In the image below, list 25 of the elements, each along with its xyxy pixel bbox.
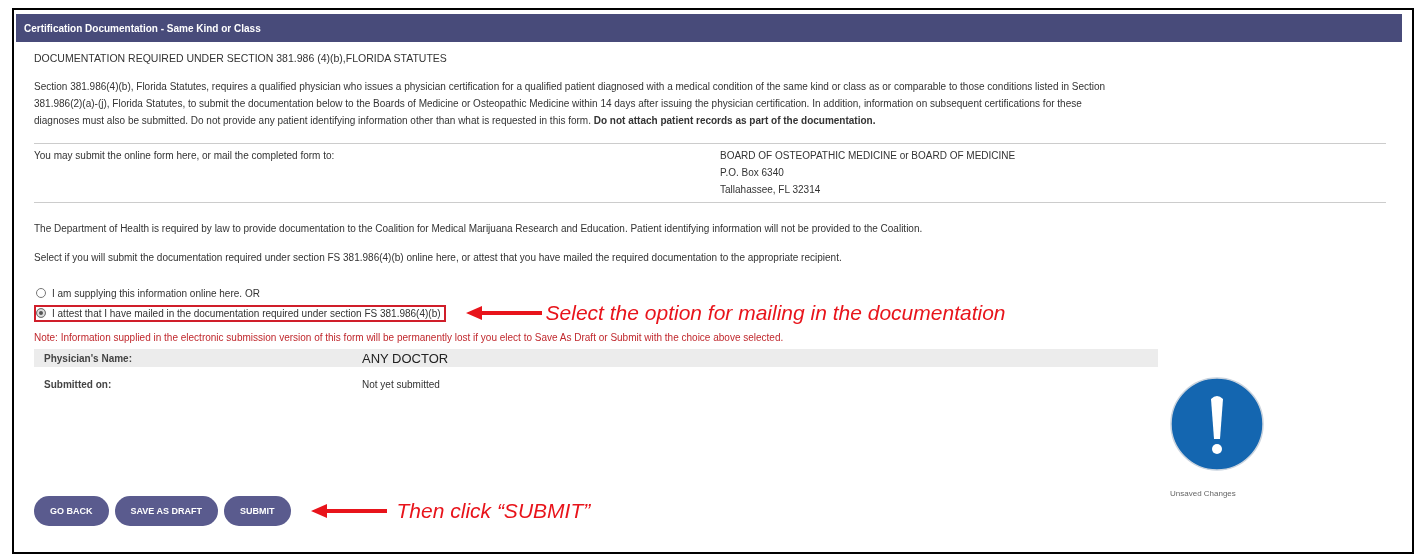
form-button[interactable]: GO BACK: [34, 496, 109, 526]
status-label: Unsaved Changes: [1170, 489, 1236, 498]
address-line: Tallahassee, FL 32314: [720, 183, 822, 197]
address-line: P.O. Box 6340: [720, 166, 785, 180]
detail-label: Submitted on:: [44, 378, 113, 390]
callout-text: Then click “SUBMIT”: [396, 499, 591, 523]
form-button[interactable]: SUBMIT: [224, 496, 291, 526]
address-line: BOARD OF OSTEOPATHIC MEDICINE or BOARD OF MEDICINE: [720, 149, 1016, 163]
radio-option[interactable]: I am supplying this information online here. OR: [34, 284, 265, 302]
form-button[interactable]: SAVE AS DRAFT: [114, 496, 218, 526]
detail-value: ANY DOCTOR: [362, 350, 449, 366]
intro-paragraph: Section 381.986(4)(b), Florida Statutes, requires a qualified physician who issues a physician certification for a qualified patient diagnosed with a medical condition of the same kind or class as or comparable to those conditions listed in Section 381.986(2)(a)-(j), Florida Statutes, to submit the documentation below to the Boards of Medicine or Osteopathic Medicine within 14 days after issuing the physician certification. In addition, information on subsequent certifications for these diagnoses must also be submitted. Do not provide any patient identifying information other than what is requested in this form. Do not attach patient records as part of the documentation.: [34, 80, 1107, 128]
panel-title: Certification Documentation - Same Kind or Class: [24, 22, 261, 34]
highlighted-radio-option[interactable]: I attest that I have mailed in the documentation required under section FS 381.986(4)(b): [34, 304, 446, 322]
detail-label: Physician's Name:: [44, 352, 133, 364]
notice-text: The Department of Health is required by law to provide documentation to the Coalition for Medical Marijuana Research and Education. Patient identifying information will not be provided to the Coalition.: [34, 223, 924, 234]
callout-text: Select the option for mailing in the documentation: [545, 301, 1006, 325]
exclamation-icon: [1170, 377, 1264, 471]
notice-text: Select if you will submit the documentation required under section FS 381.986(4)(b) online here, or attest that you have mailed the required documentation to the appropriate recipient.: [34, 252, 843, 263]
mail-label: You may submit the online form here, or mail the completed form to:: [34, 149, 336, 163]
section-heading: DOCUMENTATION REQUIRED UNDER SECTION 381.986 (4)(b),FLORIDA STATUTES: [34, 52, 448, 64]
warning-text: Note: Information supplied in the electronic submission version of this form will be permanently lost if you elect to Save As Draft or Submit with the choice above selected.: [34, 332, 785, 343]
detail-value: Not yet submitted: [362, 378, 440, 390]
arrow-icon: [465, 306, 542, 320]
arrow-icon: [310, 504, 387, 518]
